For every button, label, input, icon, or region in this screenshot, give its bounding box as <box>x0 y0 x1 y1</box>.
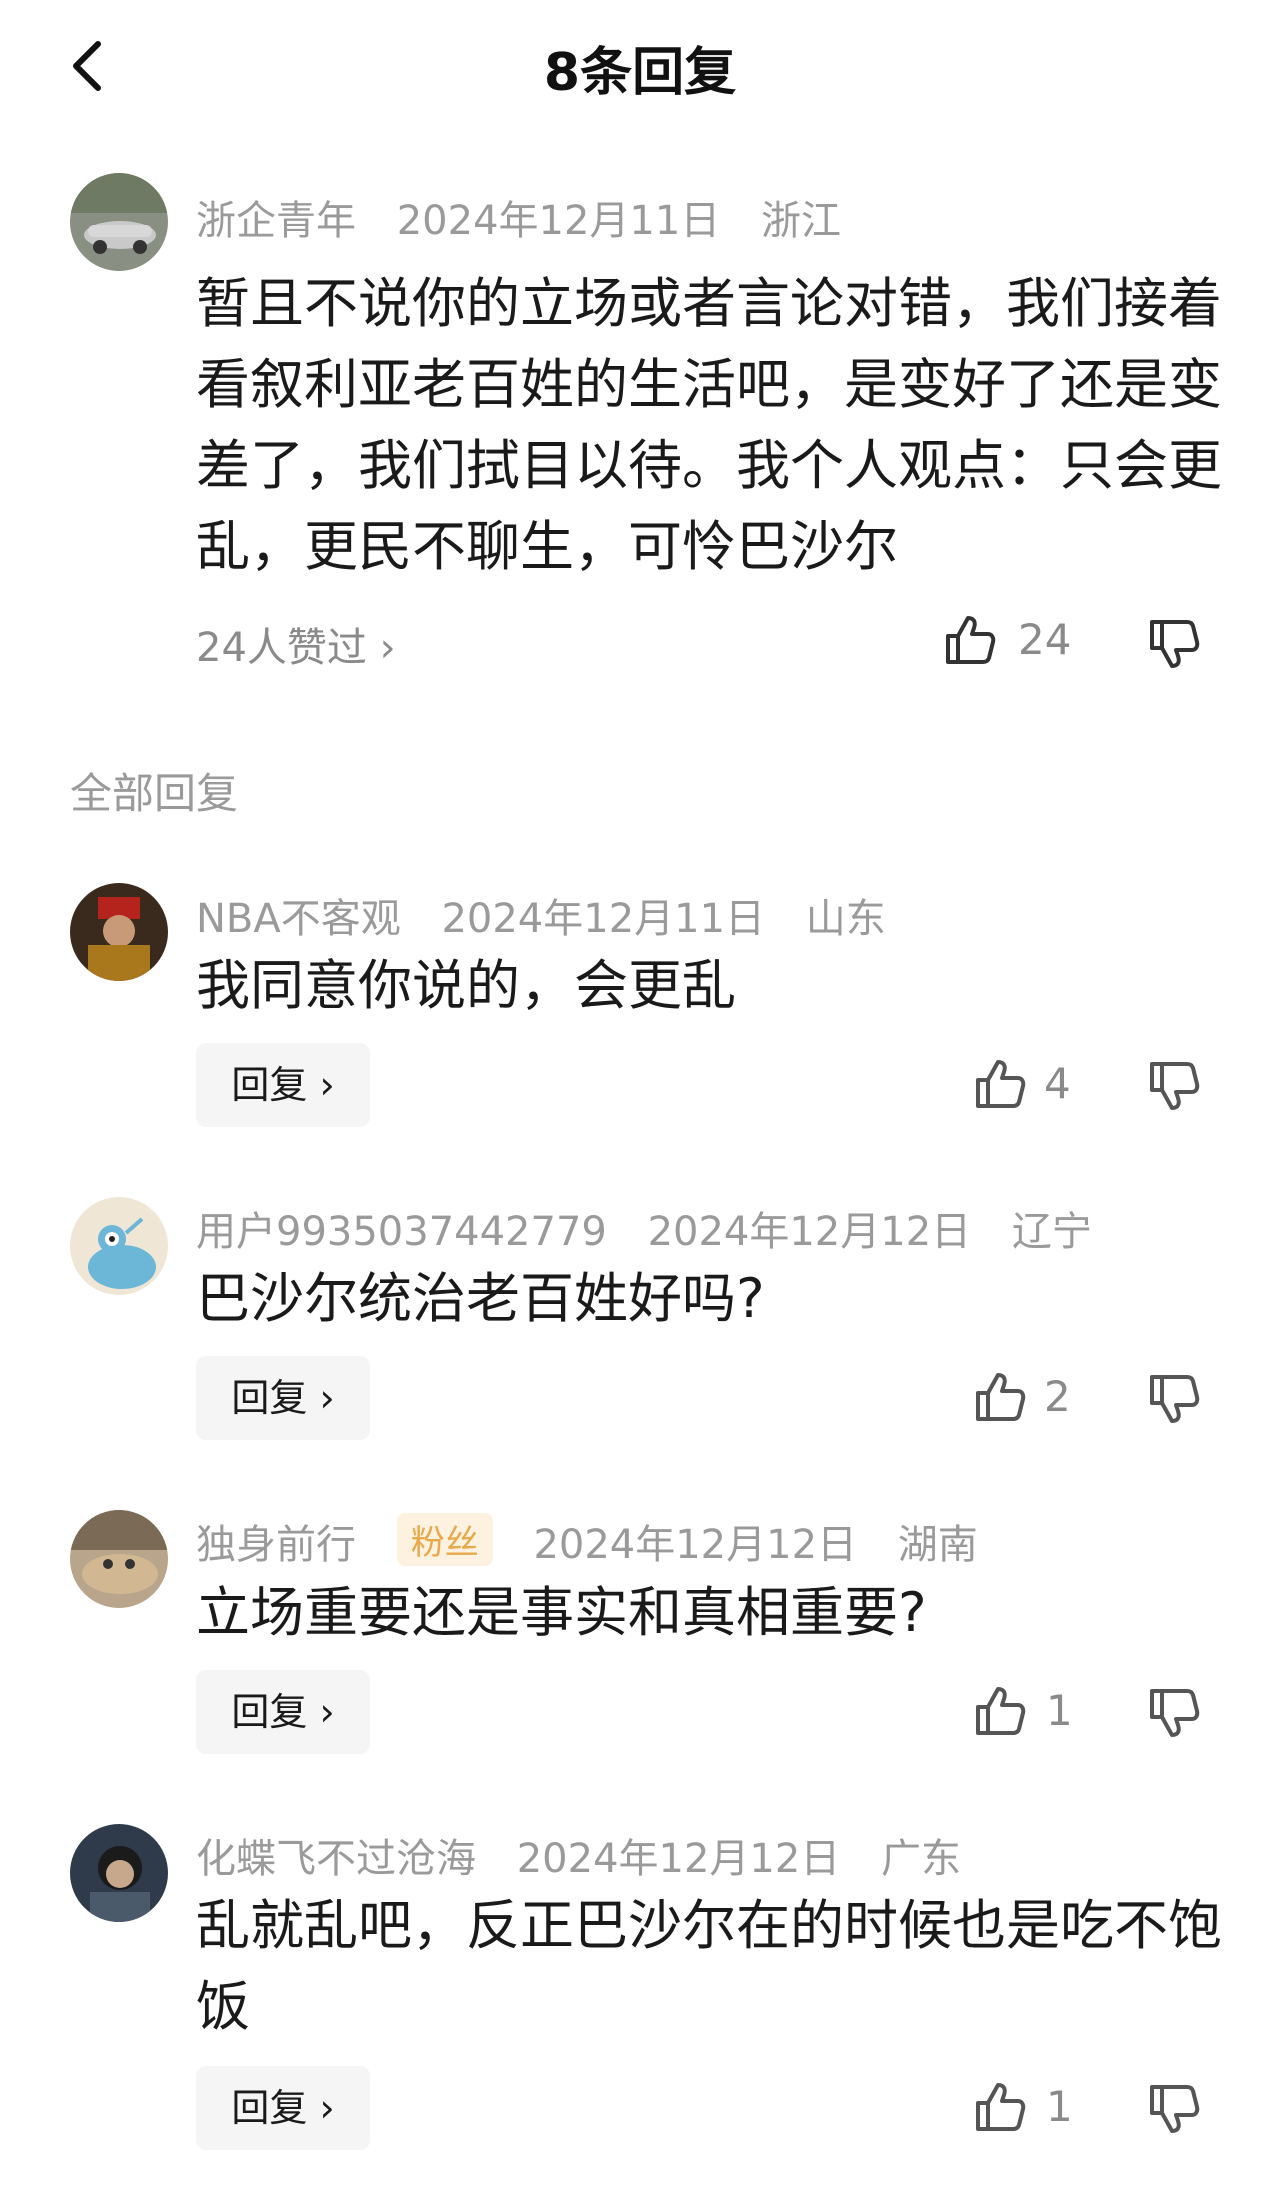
reply-text: 我同意你说的，会更乱 <box>196 954 736 1017</box>
likes-summary-link[interactable]: 24人赞过 › <box>196 615 396 673</box>
username[interactable]: 化蝶飞不过沧海 <box>196 1836 476 1882</box>
reply-meta: 独身前行 粉丝 2024年12月12日 湖南 <box>196 1512 1006 1570</box>
reply-date: 2024年12月12日 <box>533 1522 858 1568</box>
like-count: 1 <box>1046 2082 1073 2131</box>
reply-button[interactable]: 回复 › <box>196 1043 370 1127</box>
reply-date: 2024年12月12日 <box>647 1209 972 1255</box>
reply-location: 辽宁 <box>1011 1209 1092 1255</box>
reply-button[interactable]: 回复 › <box>196 2066 370 2150</box>
reply-button[interactable]: 回复 › <box>196 1670 370 1754</box>
avatar[interactable] <box>70 1197 168 1295</box>
avatar[interactable] <box>70 1510 168 1608</box>
top-bar: 8条回复 <box>0 0 1280 140</box>
thumbs-up-icon[interactable] <box>972 1683 1028 1739</box>
like-count: 2 <box>1044 1372 1071 1421</box>
thumbs-up-icon[interactable] <box>972 1056 1028 1112</box>
thumbs-up-icon[interactable] <box>972 2079 1028 2135</box>
like-count: 1 <box>1046 1686 1073 1735</box>
avatar[interactable] <box>70 1824 168 1922</box>
reply-button[interactable]: 回复 › <box>196 1356 370 1440</box>
thumbs-down-icon[interactable] <box>1146 1685 1202 1741</box>
fan-badge: 粉丝 <box>396 1513 493 1566</box>
section-title: 全部回复 <box>70 769 239 818</box>
comment-meta: 浙企青年 2024年12月11日 浙江 <box>196 188 869 246</box>
reply-location: 山东 <box>805 896 886 942</box>
reply-text: 乱就乱吧，反正巴沙尔在的时候也是吃不饱饭 <box>196 1894 1222 2038</box>
avatar[interactable] <box>70 173 168 271</box>
thumbs-up-icon[interactable] <box>972 1369 1028 1425</box>
comment-text: 暂且不说你的立场或者言论对错，我们接着看叙利亚老百姓的生活吧，是变好了还是变差了… <box>196 272 1222 578</box>
reply-meta: 用户9935037442779 2024年12月12日 辽宁 <box>196 1199 1120 1257</box>
thumbs-down-icon[interactable] <box>1146 1371 1202 1427</box>
thumbs-up-icon[interactable] <box>942 612 998 668</box>
comment-date: 2024年12月11日 <box>396 198 721 244</box>
reply-date: 2024年12月12日 <box>516 1836 841 1882</box>
like-count: 24 <box>1018 615 1072 664</box>
thumbs-down-icon[interactable] <box>1146 616 1202 672</box>
reply-location: 湖南 <box>897 1522 978 1568</box>
username[interactable]: 独身前行 <box>196 1522 356 1568</box>
reply-text: 巴沙尔统治老百姓好吗? <box>196 1267 765 1330</box>
like-count: 4 <box>1044 1059 1071 1108</box>
avatar[interactable] <box>70 883 168 981</box>
thumbs-down-icon[interactable] <box>1146 2081 1202 2137</box>
reply-text: 立场重要还是事实和真相重要? <box>196 1581 927 1644</box>
reply-meta: NBA不客观 2024年12月11日 山东 <box>196 886 914 944</box>
reply-meta: 化蝶飞不过沧海 2024年12月12日 广东 <box>196 1826 989 1884</box>
username[interactable]: 用户9935037442779 <box>196 1209 607 1255</box>
comment-location: 浙江 <box>761 198 842 244</box>
username[interactable]: 浙企青年 <box>196 198 356 244</box>
thumbs-down-icon[interactable] <box>1146 1058 1202 1114</box>
reply-location: 广东 <box>881 1836 962 1882</box>
page-title: 8条回复 <box>543 43 737 103</box>
reply-date: 2024年12月11日 <box>441 896 766 942</box>
username[interactable]: NBA不客观 <box>196 896 401 942</box>
